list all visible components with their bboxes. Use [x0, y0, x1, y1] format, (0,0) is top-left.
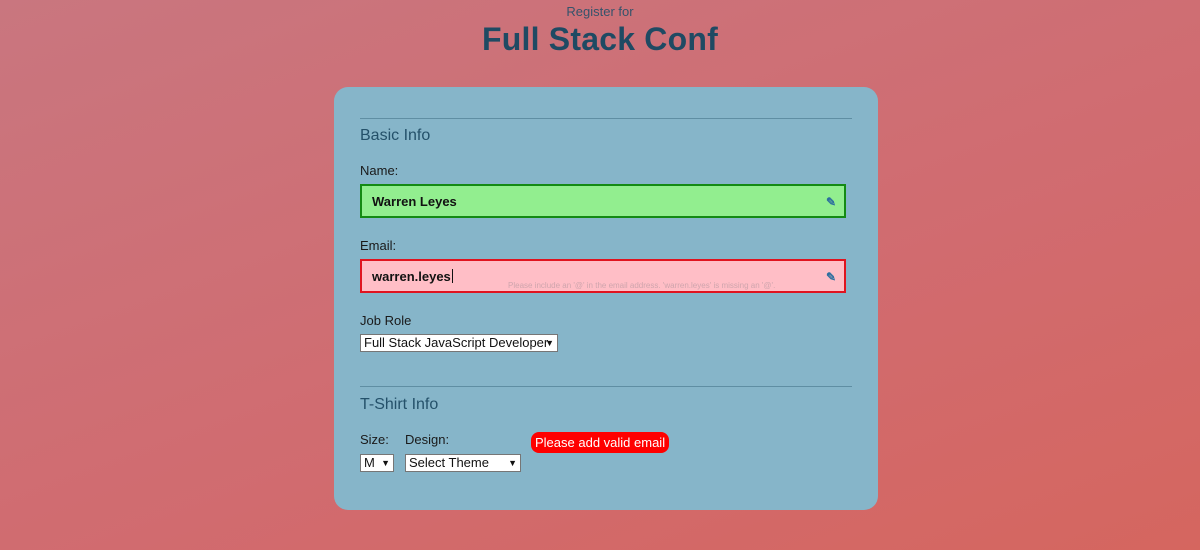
size-select[interactable]: M ▼ — [360, 454, 394, 472]
email-validation-hint: Please include an '@' in the email addre… — [508, 281, 776, 290]
pen-icon: ✎ — [826, 270, 837, 284]
email-label: Email: — [360, 238, 397, 253]
page-title: Full Stack Conf — [482, 21, 718, 57]
name-field[interactable]: Warren Leyes ✎ — [360, 184, 846, 218]
basic-info-heading: Basic Info — [360, 127, 431, 144]
pen-icon: ✎ — [826, 195, 837, 209]
size-selected: M — [364, 455, 375, 470]
chevron-down-icon: ▼ — [381, 458, 390, 468]
job-role-select[interactable]: Full Stack JavaScript Developer ▼ — [360, 334, 558, 352]
registration-form: Basic Info Name: Warren Leyes ✎ Email: w… — [334, 87, 878, 510]
section-divider — [360, 386, 852, 387]
size-label: Size: — [360, 432, 389, 447]
name-label: Name: — [360, 163, 399, 178]
design-selected: Select Theme — [409, 455, 489, 470]
job-role-selected: Full Stack JavaScript Developer — [364, 335, 549, 350]
chevron-down-icon: ▼ — [545, 338, 554, 348]
job-role-label: Job Role — [360, 313, 412, 328]
design-select[interactable]: Select Theme ▼ — [405, 454, 521, 472]
section-divider — [360, 118, 852, 119]
design-label: Design: — [405, 432, 450, 447]
page-header: Register for Full Stack Conf — [0, 0, 1200, 58]
email-field[interactable]: warren.leyes Please include an '@' in th… — [360, 259, 846, 293]
header-subtitle: Register for — [566, 4, 634, 19]
tshirt-info-heading: T-Shirt Info — [360, 396, 439, 413]
email-error-message: Please add valid email — [531, 432, 670, 453]
name-value: Warren Leyes — [372, 193, 457, 209]
chevron-down-icon: ▼ — [508, 458, 517, 468]
email-value: warren.leyes — [372, 268, 451, 284]
text-cursor — [451, 269, 453, 283]
